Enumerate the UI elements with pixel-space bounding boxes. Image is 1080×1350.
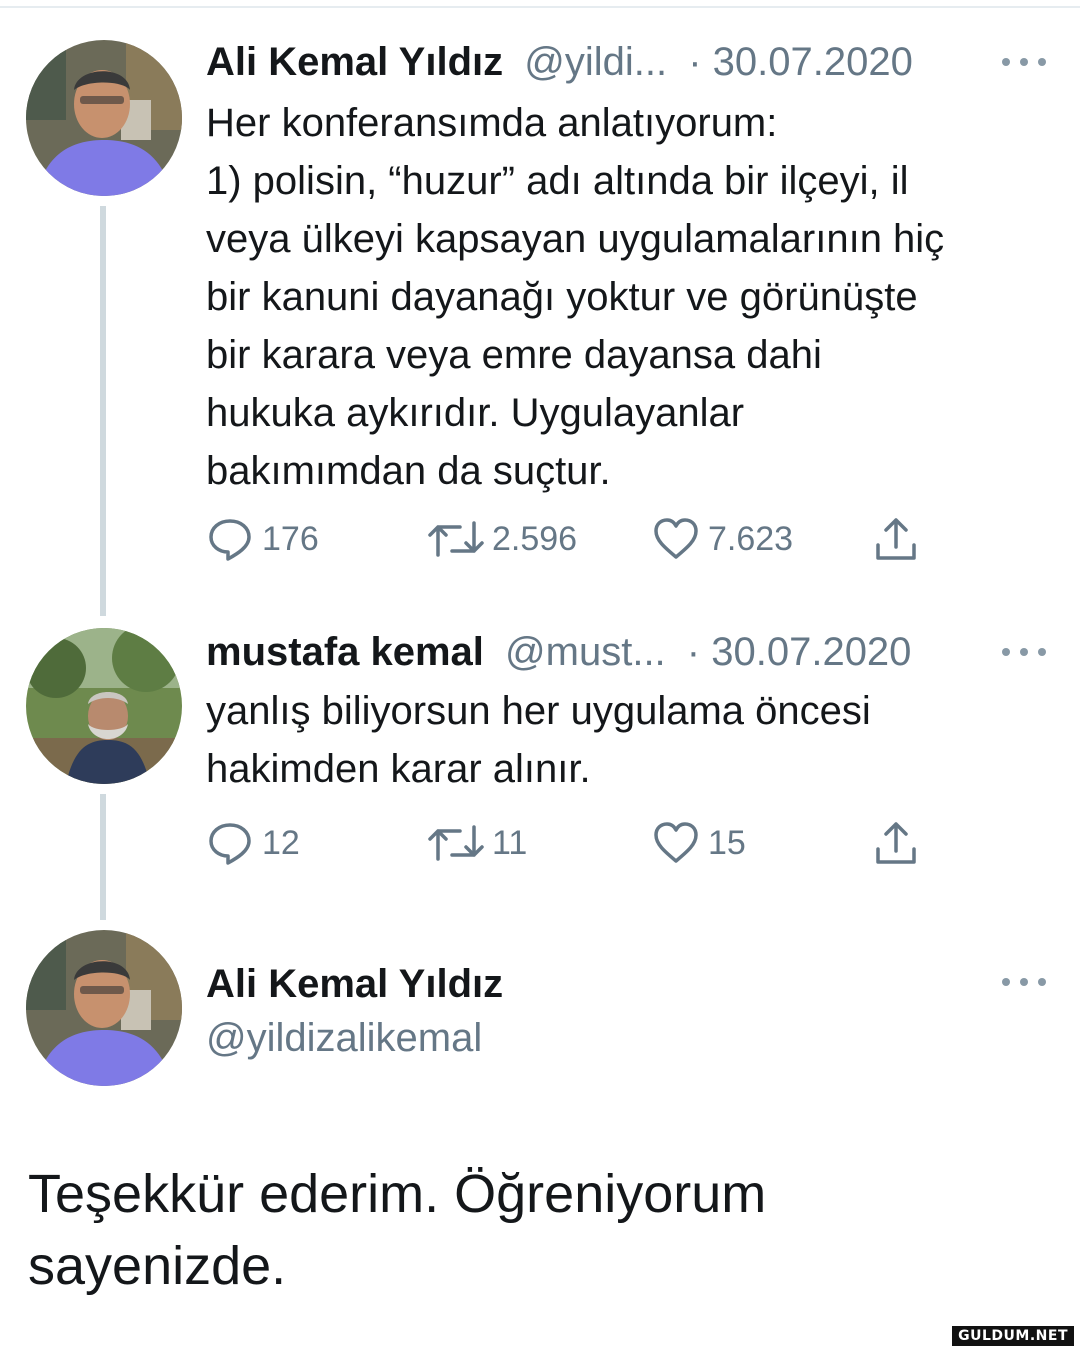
share-button[interactable] — [872, 818, 920, 868]
share-icon — [876, 822, 916, 864]
reply-count: 176 — [262, 520, 319, 558]
thread-connector — [100, 794, 106, 920]
retweet-button[interactable]: 11 — [428, 818, 527, 868]
author-handle[interactable]: @yildi... — [524, 40, 667, 84]
author-name[interactable]: Ali Kemal Yıldız — [206, 960, 503, 1008]
retweet-count: 2.596 — [492, 520, 578, 558]
retweet-icon — [428, 521, 484, 557]
tweet2-text: yanlış biliyorsun her uygulama öncesi ha… — [206, 689, 871, 791]
heart-icon — [654, 518, 698, 559]
avatar-mustafa-kemal[interactable] — [26, 628, 182, 784]
reply-button[interactable]: 176 — [206, 514, 319, 564]
author-handle[interactable]: @yildizalikemal — [206, 1014, 482, 1062]
author-handle[interactable]: @must... — [505, 630, 666, 674]
reply-count: 12 — [262, 824, 300, 862]
avatar-ali-kemal[interactable] — [26, 40, 182, 196]
retweet-button[interactable]: 2.596 — [428, 514, 577, 564]
tweet3-text: Teşekkür ederim. Öğreniyorum sayenizde. — [28, 1164, 767, 1296]
top-divider — [0, 6, 1080, 8]
thread-connector — [100, 206, 106, 616]
like-count: 15 — [708, 824, 746, 862]
author-name[interactable]: Ali Kemal Yıldız — [206, 40, 503, 84]
author-name[interactable]: mustafa kemal — [206, 630, 484, 674]
heart-icon — [654, 822, 698, 863]
avatar-photo — [26, 628, 182, 784]
reply-button[interactable]: 12 — [206, 818, 300, 868]
tweet2-header: mustafa kemal @must... · 30.07.2020 — [206, 628, 911, 676]
tweet1-text: Her konferansımda anlatıyorum: 1) polisi… — [206, 101, 945, 493]
share-button[interactable] — [872, 514, 920, 564]
share-icon — [876, 518, 916, 560]
retweet-icon — [428, 825, 484, 861]
like-button[interactable]: 7.623 — [652, 514, 793, 564]
retweet-count: 11 — [492, 824, 528, 862]
tweet-date[interactable]: · 30.07.2020 — [687, 630, 912, 674]
reply-icon — [209, 519, 251, 561]
tweet2-actions: 12 11 15 — [206, 818, 946, 868]
more-icon[interactable] — [1002, 56, 1046, 68]
like-count: 7.623 — [708, 520, 794, 558]
reply-icon — [209, 823, 251, 865]
like-button[interactable]: 15 — [652, 818, 746, 868]
avatar-ali-kemal[interactable] — [26, 930, 182, 1086]
tweet1-actions: 176 2.596 7.623 — [206, 514, 946, 564]
more-icon[interactable] — [1002, 976, 1046, 988]
watermark-logo: GULDUM.NET — [952, 1326, 1074, 1346]
avatar-photo — [26, 930, 182, 1086]
tweet-date[interactable]: · 30.07.2020 — [688, 40, 913, 84]
avatar-photo — [26, 40, 182, 196]
tweet1-header: Ali Kemal Yıldız @yildi... · 30.07.2020 — [206, 38, 913, 86]
more-icon[interactable] — [1002, 646, 1046, 658]
